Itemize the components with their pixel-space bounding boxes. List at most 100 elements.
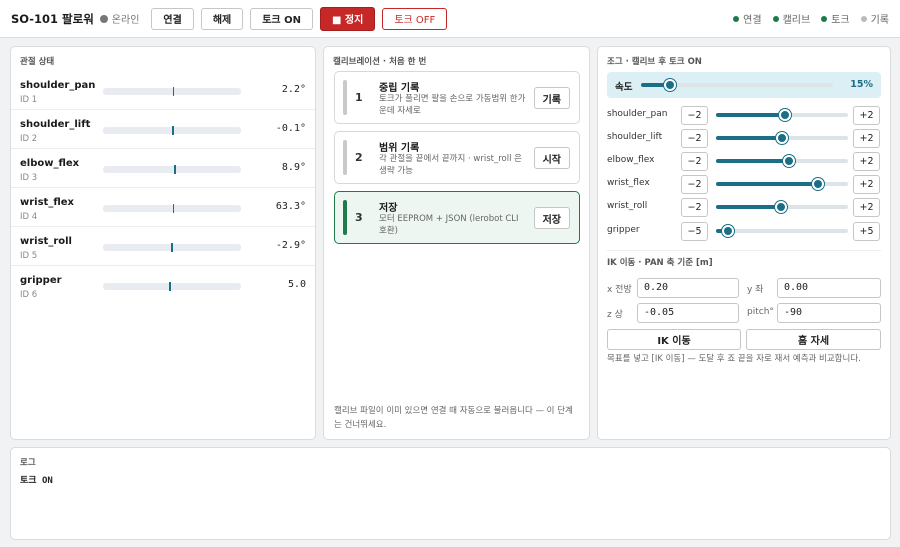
online-status: 온라인 — [99, 11, 140, 26]
jog-row: elbow_flex −2 +2 — [598, 151, 890, 171]
step-description: 토크가 풀리면 팔을 손으로 가동범위 한가운데 자세로 — [379, 94, 526, 116]
status-dot-icon — [99, 14, 108, 23]
jog-slider-thumb[interactable] — [721, 225, 734, 237]
joint-value: -0.1° — [275, 123, 306, 134]
jog-plus-button[interactable]: +2 — [853, 106, 880, 125]
jog-plus-button[interactable]: +5 — [853, 222, 880, 241]
calib-dot-icon — [772, 15, 779, 22]
joint-position-bar — [103, 282, 241, 291]
jog-slider[interactable] — [716, 132, 848, 144]
online-label: 온라인 — [111, 15, 140, 26]
status-record-label: 기록 — [870, 15, 889, 26]
step-number: 1 — [355, 91, 363, 104]
jog-panel: 조그 · 캘리브 후 토크 ON 속도 15% shoulder_pan −2 … — [597, 46, 891, 440]
step-title: 범위 기록 — [379, 143, 420, 154]
step-description: 각 관절을 끝에서 끝까지 · wrist_roll 은 생략 가능 — [379, 154, 522, 176]
jog-title: 조그 · 캘리브 후 토크 ON — [607, 57, 702, 67]
jog-minus-button[interactable]: −2 — [681, 175, 708, 194]
ik-pitch-label: pitch° — [747, 307, 774, 317]
ik-title: IK 이동 · PAN 축 기준 [m] — [607, 258, 713, 268]
jog-minus-button[interactable]: −2 — [681, 106, 708, 125]
jog-slider-thumb[interactable] — [778, 109, 791, 121]
ik-y-label: y 좌 — [747, 285, 764, 295]
jog-plus-button[interactable]: +2 — [853, 129, 880, 148]
ik-pitch-input[interactable]: -90 — [777, 303, 881, 323]
joint-position-bar — [103, 87, 241, 96]
jog-joint-name: wrist_roll — [607, 201, 648, 211]
connect-button[interactable]: 연결 — [151, 7, 194, 30]
jog-slider-thumb[interactable] — [782, 155, 795, 167]
torque-off-button[interactable]: 토크 OFF — [382, 7, 448, 30]
joint-position-bar — [103, 126, 241, 135]
joint-id: ID 3 — [20, 173, 38, 183]
jog-slider-thumb[interactable] — [776, 132, 788, 144]
jog-slider-thumb[interactable] — [774, 201, 787, 213]
joint-position-marker — [169, 282, 171, 291]
jog-slider[interactable] — [716, 178, 848, 190]
calib-step-1: 1 중립 기록 토크가 풀리면 팔을 손으로 가동범위 한가운데 자세로 기록 — [334, 71, 580, 124]
jog-slider[interactable] — [716, 201, 848, 213]
step-indicator — [343, 140, 347, 175]
status-connect-label: 연결 — [743, 15, 762, 26]
jog-minus-button[interactable]: −2 — [681, 198, 708, 217]
joint-state-title: 관절 상태 — [20, 57, 55, 67]
jog-joint-name: shoulder_lift — [607, 132, 663, 142]
torque-on-button[interactable]: 토크 ON — [250, 7, 313, 30]
jog-joint-name: elbow_flex — [607, 155, 655, 165]
joint-position-bar — [103, 204, 241, 213]
home-pose-button[interactable]: 홈 자세 — [746, 329, 881, 350]
connect-dot-icon — [733, 15, 740, 22]
jog-slider-fill — [716, 113, 785, 117]
step-description: 모터 EEPROM + JSON (lerobot CLI 호환) — [379, 214, 519, 236]
jog-row: wrist_roll −2 +2 — [598, 197, 890, 217]
jog-slider-fill — [716, 205, 781, 209]
save-calibration-button[interactable]: 저장 — [533, 207, 570, 229]
joint-row: shoulder_pan ID 1 2.2° — [11, 71, 315, 110]
joint-name: shoulder_pan — [20, 80, 96, 91]
ik-x-label: x 전방 — [607, 285, 632, 295]
ik-x-input[interactable]: 0.20 — [637, 278, 739, 298]
joint-value: 5.0 — [287, 279, 306, 290]
speed-slider-track[interactable] — [641, 79, 833, 91]
jog-minus-button[interactable]: −2 — [681, 129, 708, 148]
jog-plus-button[interactable]: +2 — [853, 175, 880, 194]
jog-slider[interactable] — [716, 109, 848, 121]
jog-plus-button[interactable]: +2 — [853, 152, 880, 171]
jog-row: gripper −5 +5 — [598, 221, 890, 241]
ik-y-input[interactable]: 0.00 — [777, 278, 881, 298]
calibration-panel: 캘리브레이션 · 처음 한 번 1 중립 기록 토크가 풀리면 팔을 손으로 가… — [323, 46, 590, 440]
status-indicators: 연결 캘리브 토크 기록 — [733, 11, 889, 26]
speed-label: 속도 — [615, 82, 633, 93]
jog-joint-name: wrist_flex — [607, 178, 650, 188]
status-torque-label: 토크 — [831, 15, 850, 26]
ik-move-button[interactable]: IK 이동 — [607, 329, 741, 350]
ik-z-input[interactable]: -0.05 — [637, 303, 739, 323]
disconnect-button[interactable]: 해제 — [200, 7, 244, 30]
start-range-button[interactable]: 시작 — [533, 147, 570, 169]
step-indicator — [343, 80, 347, 115]
joint-position-marker — [172, 204, 175, 213]
calib-step-2: 2 범위 기록 각 관절을 끝에서 끝까지 · wrist_roll 은 생략 … — [334, 131, 580, 184]
jog-minus-button[interactable]: −5 — [681, 222, 708, 241]
jog-minus-button[interactable]: −2 — [681, 152, 708, 171]
log-panel: 로그 토크 ON — [10, 447, 891, 540]
step-number: 2 — [355, 151, 363, 164]
step-number: 3 — [355, 211, 363, 224]
joint-row: elbow_flex ID 3 8.9° — [11, 149, 315, 188]
joint-position-marker — [171, 243, 173, 252]
jog-plus-button[interactable]: +2 — [853, 198, 880, 217]
jog-row: shoulder_lift −2 +2 — [598, 128, 890, 148]
stop-button[interactable]: ■ 정지 — [319, 6, 376, 31]
step-title: 중립 기록 — [379, 83, 420, 94]
app-title: SO-101 팔로워 — [11, 11, 94, 26]
ik-note: 목표를 넣고 [IK 이동] — 도달 후 죠 끝을 자로 재서 예측과 비교합… — [607, 354, 861, 364]
joint-name: elbow_flex — [20, 158, 80, 169]
speed-slider-thumb[interactable] — [663, 79, 676, 91]
joint-name: gripper — [20, 275, 62, 286]
jog-slider-thumb[interactable] — [811, 178, 824, 190]
joint-value: -2.9° — [275, 240, 306, 251]
joint-row: wrist_roll ID 5 -2.9° — [11, 227, 315, 266]
record-neutral-button[interactable]: 기록 — [533, 87, 570, 109]
jog-slider[interactable] — [716, 155, 848, 167]
jog-slider[interactable] — [716, 225, 848, 237]
